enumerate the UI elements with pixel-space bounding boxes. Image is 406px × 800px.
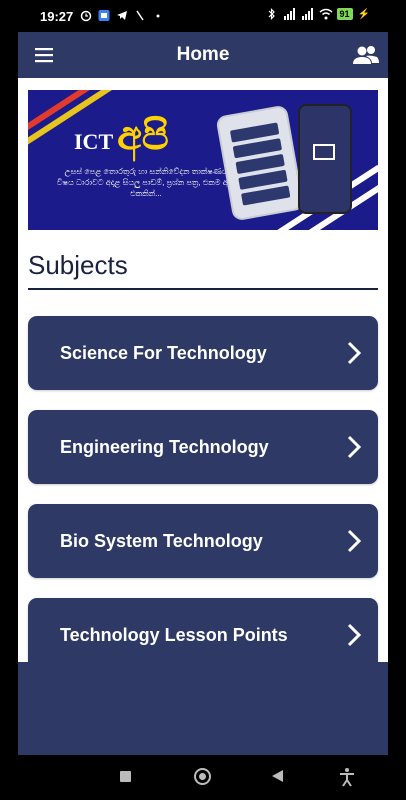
- subject-label: Engineering Technology: [60, 437, 269, 457]
- promo-banner: ICT අපි උසස් පෙළ තොරතුරු හා සන්නිවේදන තාක…: [28, 90, 378, 230]
- banner-tagline: උසස් පෙළ තොරතුරු හා සන්නිවේදන තාක්ෂණය වි…: [56, 167, 236, 198]
- app-screen: Home ICT අපි උසස් පෙළ තොරතුරු හා සන්නිවේද…: [18, 32, 388, 755]
- chevron-right-icon: [346, 528, 362, 554]
- phone-mockup-front: [215, 104, 305, 222]
- charging-icon: ⚡: [357, 8, 370, 20]
- wifi-icon: [319, 8, 333, 20]
- section-divider: [28, 288, 378, 290]
- phone-mockup-back: [298, 104, 352, 214]
- subject-label: Science For Technology: [60, 343, 267, 363]
- signal-icon-1: [283, 8, 296, 20]
- back-nav-icon[interactable]: [272, 770, 283, 782]
- battery-indicator: 91: [336, 8, 353, 20]
- subject-item-engineering-technology[interactable]: Engineering Technology: [28, 410, 378, 484]
- app-bar: Home: [18, 32, 388, 78]
- page-title: Home: [176, 44, 230, 65]
- people-icon[interactable]: [352, 42, 380, 68]
- telegram-icon: [116, 8, 128, 22]
- banner-logo-main: අපි: [117, 113, 169, 158]
- home-nav-icon[interactable]: [194, 768, 211, 785]
- dot-icon: [152, 8, 164, 22]
- signal-icon-2: [301, 8, 314, 20]
- app-notification-icon: [98, 8, 110, 22]
- subject-item-bio-system-technology[interactable]: Bio System Technology: [28, 504, 378, 578]
- chevron-right-icon: [346, 434, 362, 460]
- banner-logo: ICT අපි: [74, 112, 169, 159]
- accessibility-icon[interactable]: [338, 767, 356, 787]
- subject-label: Bio System Technology: [60, 531, 263, 551]
- status-system-icons: 91 ⚡: [265, 8, 370, 20]
- chevron-right-icon: [346, 340, 362, 366]
- subject-item-science-for-technology[interactable]: Science For Technology: [28, 316, 378, 390]
- section-title: Subjects: [28, 250, 128, 280]
- bottom-panel: [18, 662, 388, 755]
- computer-icon: [313, 144, 335, 160]
- status-notification-icons: [80, 8, 164, 22]
- banner-logo-prefix: ICT: [74, 129, 114, 154]
- bluetooth-icon: [265, 8, 278, 20]
- subject-label: Technology Lesson Points: [60, 625, 288, 645]
- status-bar: 19:27 91 ⚡: [0, 0, 406, 32]
- header-divider: [18, 78, 388, 82]
- slash-icon: [134, 8, 146, 22]
- alarm-icon: [80, 8, 92, 22]
- system-nav-bar: [0, 755, 406, 800]
- status-time: 19:27: [40, 9, 74, 24]
- subject-item-technology-lesson-points[interactable]: Technology Lesson Points: [28, 598, 378, 672]
- square-nav-icon[interactable]: [120, 771, 131, 782]
- chevron-right-icon: [346, 622, 362, 648]
